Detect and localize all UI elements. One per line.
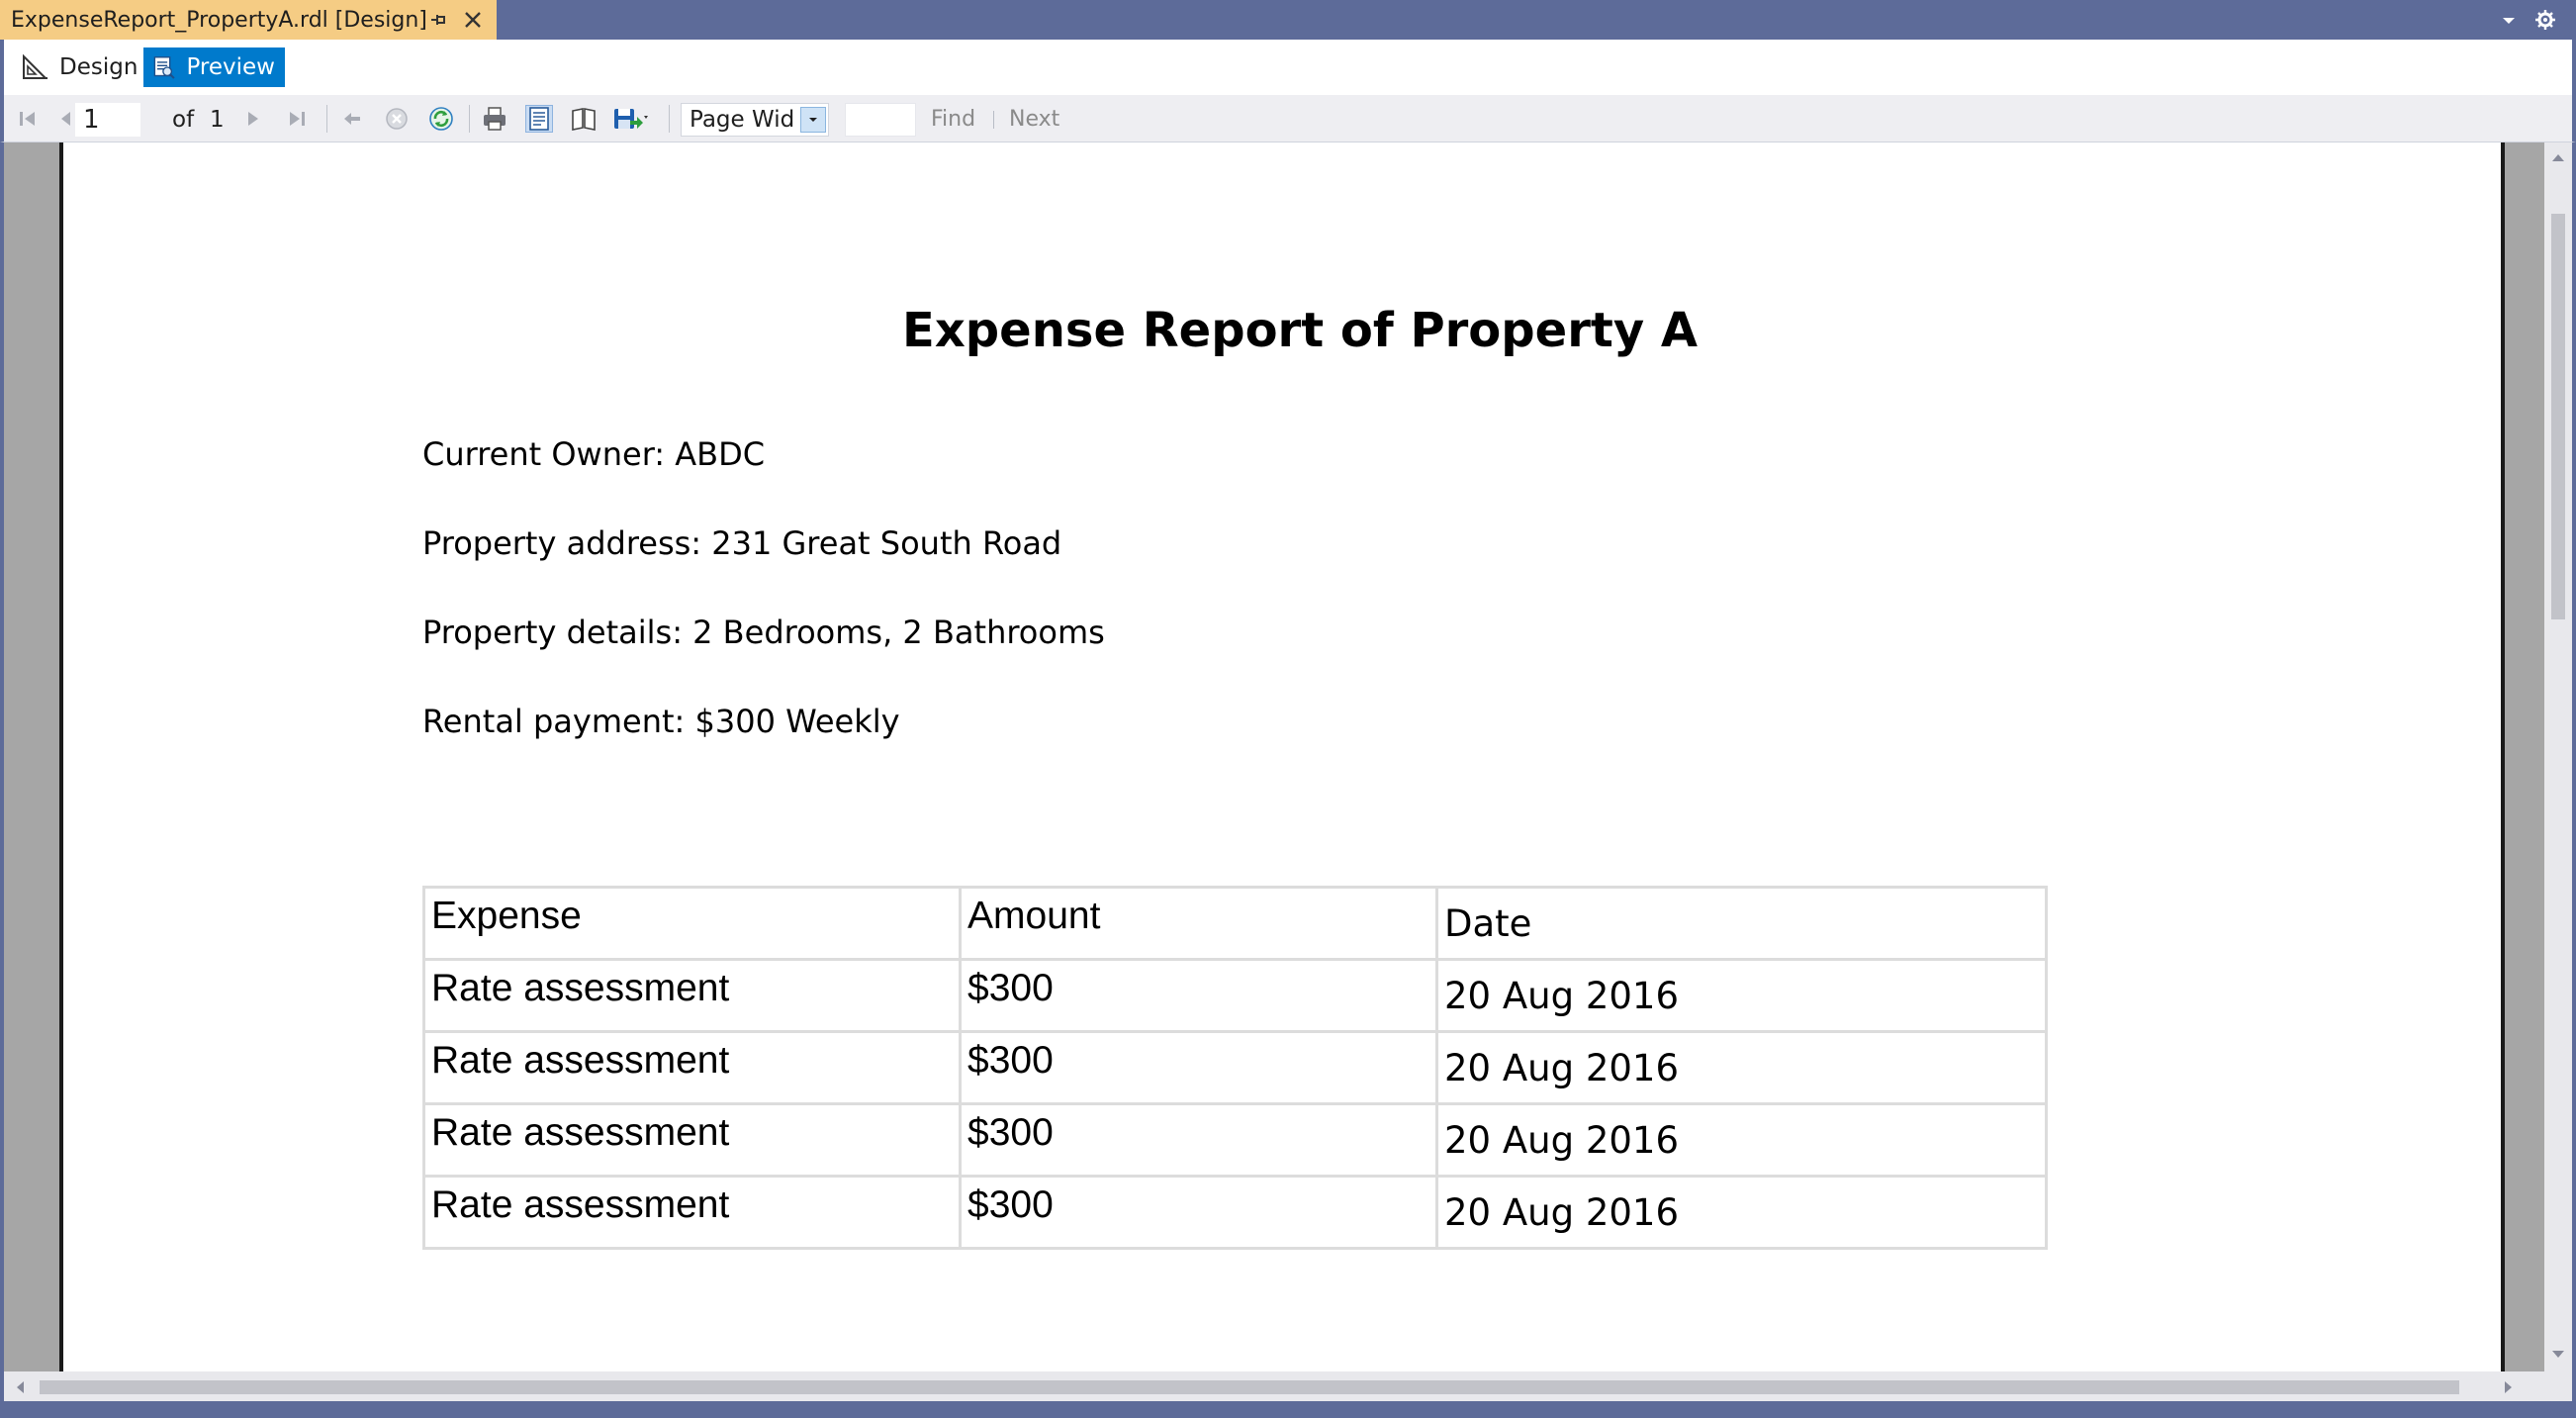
expense-cell: Rate assessment — [422, 958, 962, 1033]
address-text: Property address: 231 Great South Road — [422, 524, 1062, 562]
next-page-icon[interactable] — [239, 105, 267, 133]
toolbar-separator — [669, 105, 670, 133]
date-cell: 20 Aug 2016 — [1435, 958, 2048, 1033]
preview-report-icon — [153, 56, 175, 79]
expense-cell: Rate assessment — [422, 1102, 962, 1178]
toolbar-separator — [993, 111, 994, 129]
header-date: Date — [1435, 886, 2048, 961]
design-tab[interactable]: Design — [12, 47, 147, 87]
horizontal-scrollbar[interactable] — [4, 1371, 2544, 1401]
expense-cell: Rate assessment — [422, 1030, 962, 1105]
preview-tab-label: Preview — [186, 54, 275, 80]
scroll-up-icon[interactable] — [2550, 150, 2566, 162]
vertical-scroll-thumb[interactable] — [2551, 214, 2565, 619]
amount-cell: $300 — [959, 1030, 1438, 1105]
preview-tab[interactable]: Preview — [143, 47, 285, 87]
total-pages-label: 1 — [210, 107, 225, 133]
design-ruler-icon — [23, 53, 48, 79]
zoom-value: Page Wid — [690, 107, 795, 133]
amount-cell: $300 — [959, 958, 1438, 1033]
previous-page-icon[interactable] — [55, 105, 75, 133]
amount-cell: $300 — [959, 1175, 1438, 1250]
table-header-row: Expense Amount Date — [422, 886, 2048, 961]
current-page-input[interactable]: 1 — [75, 103, 140, 137]
refresh-icon[interactable] — [427, 105, 455, 133]
table-row: Rate assessment $300 20 Aug 2016 — [422, 1102, 2048, 1178]
horizontal-scroll-thumb[interactable] — [40, 1380, 2459, 1394]
stop-icon[interactable] — [383, 105, 411, 133]
expense-cell: Rate assessment — [422, 1175, 962, 1250]
table-row: Rate assessment $300 20 Aug 2016 — [422, 1175, 2048, 1250]
print-layout-icon[interactable] — [525, 105, 553, 133]
date-cell: 20 Aug 2016 — [1435, 1102, 2048, 1178]
amount-cell: $300 — [959, 1102, 1438, 1178]
find-next-link[interactable]: Next — [1009, 107, 1059, 132]
view-mode-bar: Design Preview — [0, 40, 2576, 95]
document-tab[interactable]: ExpenseReport_PropertyA.rdl [Design] — [0, 0, 497, 40]
last-page-icon[interactable] — [283, 105, 311, 133]
header-amount: Amount — [959, 886, 1438, 961]
owner-text: Current Owner: ABDC — [422, 435, 766, 473]
scroll-right-icon[interactable] — [2503, 1379, 2515, 1395]
pin-icon[interactable] — [427, 9, 449, 31]
date-cell: 20 Aug 2016 — [1435, 1175, 2048, 1250]
expense-table: Expense Amount Date Rate assessment $300… — [422, 886, 2048, 1250]
scrollbar-corner — [2544, 1371, 2572, 1401]
scroll-left-icon[interactable] — [14, 1379, 26, 1395]
toolbar-separator — [469, 105, 470, 133]
chevron-down-icon[interactable] — [800, 107, 826, 133]
document-tab-title: ExpenseReport_PropertyA.rdl [Design] — [11, 7, 427, 33]
rental-text: Rental payment: $300 Weekly — [422, 703, 900, 740]
chevron-down-icon[interactable] — [2499, 13, 2519, 29]
print-icon[interactable] — [481, 105, 508, 133]
toolbar-separator — [326, 105, 327, 133]
first-page-icon[interactable] — [14, 105, 42, 133]
report-viewer-toolbar: 1 of 1 Page Wid Find Next — [0, 95, 2576, 142]
find-link[interactable]: Find — [931, 107, 975, 132]
scroll-down-icon[interactable] — [2550, 1348, 2566, 1360]
page-of-label: of — [172, 107, 195, 133]
export-icon[interactable] — [611, 105, 651, 133]
design-tab-label: Design — [59, 54, 138, 80]
close-icon[interactable] — [461, 8, 485, 32]
table-row: Rate assessment $300 20 Aug 2016 — [422, 958, 2048, 1033]
window-bottom-edge — [0, 1401, 2576, 1418]
header-expense: Expense — [422, 886, 962, 961]
zoom-select[interactable]: Page Wid — [681, 103, 829, 137]
report-page: Expense Report of Property A Current Own… — [59, 142, 2505, 1371]
gear-icon[interactable] — [2534, 9, 2556, 31]
report-viewport[interactable]: Expense Report of Property A Current Own… — [4, 142, 2544, 1371]
find-input[interactable] — [845, 103, 916, 137]
vertical-scrollbar[interactable] — [2544, 142, 2572, 1371]
report-title: Expense Report of Property A — [902, 303, 1698, 358]
table-row: Rate assessment $300 20 Aug 2016 — [422, 1030, 2048, 1105]
date-cell: 20 Aug 2016 — [1435, 1030, 2048, 1105]
back-to-parent-icon[interactable] — [338, 105, 366, 133]
details-text: Property details: 2 Bedrooms, 2 Bathroom… — [422, 614, 1105, 651]
document-tab-strip: ExpenseReport_PropertyA.rdl [Design] — [0, 0, 2576, 40]
page-setup-icon[interactable] — [570, 105, 598, 133]
